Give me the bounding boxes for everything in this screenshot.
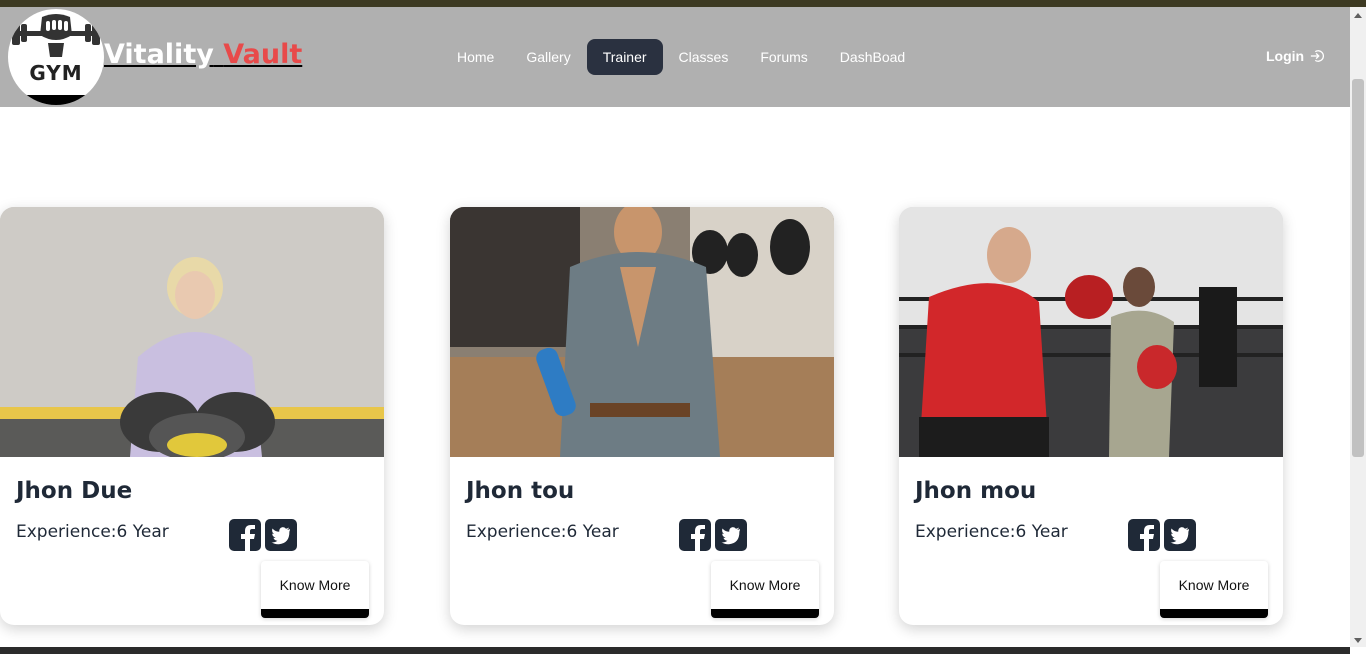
nav-forums[interactable]: Forums [744,39,823,75]
trainer-experience: Experience:6 Year [915,522,1068,542]
dumbbell-fist-icon [12,14,100,57]
trainer-name: Jhon Due [16,478,133,504]
bottom-strip [0,647,1350,654]
know-more-button[interactable]: Know More [711,561,819,618]
trainer-card: Jhon Due Experience:6 Year Know More [0,207,384,625]
login-icon [1310,50,1325,62]
trainer-name: Jhon tou [466,478,575,504]
nav-gallery[interactable]: Gallery [510,39,586,75]
know-more-button[interactable]: Know More [1160,561,1268,618]
social-links [229,519,297,551]
facebook-icon[interactable] [1128,519,1160,551]
logo-text: GYM [29,61,83,85]
trainer-experience: Experience:6 Year [466,522,619,542]
brand-name-part1: Vitality [104,39,214,70]
vertical-scrollbar[interactable] [1350,7,1366,647]
nav-home[interactable]: Home [441,39,510,75]
facebook-icon[interactable] [679,519,711,551]
twitter-icon[interactable] [1164,519,1196,551]
trainer-photo [450,207,834,457]
twitter-icon[interactable] [265,519,297,551]
trainer-name: Jhon mou [915,478,1037,504]
facebook-icon[interactable] [229,519,261,551]
gym-logo[interactable]: GYM [8,9,104,105]
scrollbar-thumb[interactable] [1352,79,1364,457]
main-menu: Home Gallery Trainer Classes Forums Dash… [441,39,921,75]
nav-classes[interactable]: Classes [663,39,745,75]
social-links [1128,519,1196,551]
trainer-photo [899,207,1283,457]
trainer-card: Jhon mou Experience:6 Year Know More [899,207,1283,625]
know-more-button[interactable]: Know More [261,561,369,618]
nav-trainer[interactable]: Trainer [586,39,663,75]
scroll-down-icon[interactable] [1354,638,1362,643]
brand-name-part2: Vault [223,39,303,70]
twitter-icon[interactable] [715,519,747,551]
trainer-card: Jhon tou Experience:6 Year Know More [450,207,834,625]
trainer-photo [0,207,384,457]
login-button[interactable]: Login [1266,48,1325,64]
logo-band [8,95,104,105]
nav-dashboard[interactable]: DashBoad [824,39,921,75]
brand-name[interactable]: Vitality Vault [104,39,302,70]
top-strip [0,0,1366,7]
login-label: Login [1266,48,1305,64]
social-links [679,519,747,551]
navbar: GYM Vitality Vault Home Gallery Trainer … [0,7,1350,107]
trainer-experience: Experience:6 Year [16,522,169,542]
scroll-up-icon[interactable] [1354,13,1362,18]
